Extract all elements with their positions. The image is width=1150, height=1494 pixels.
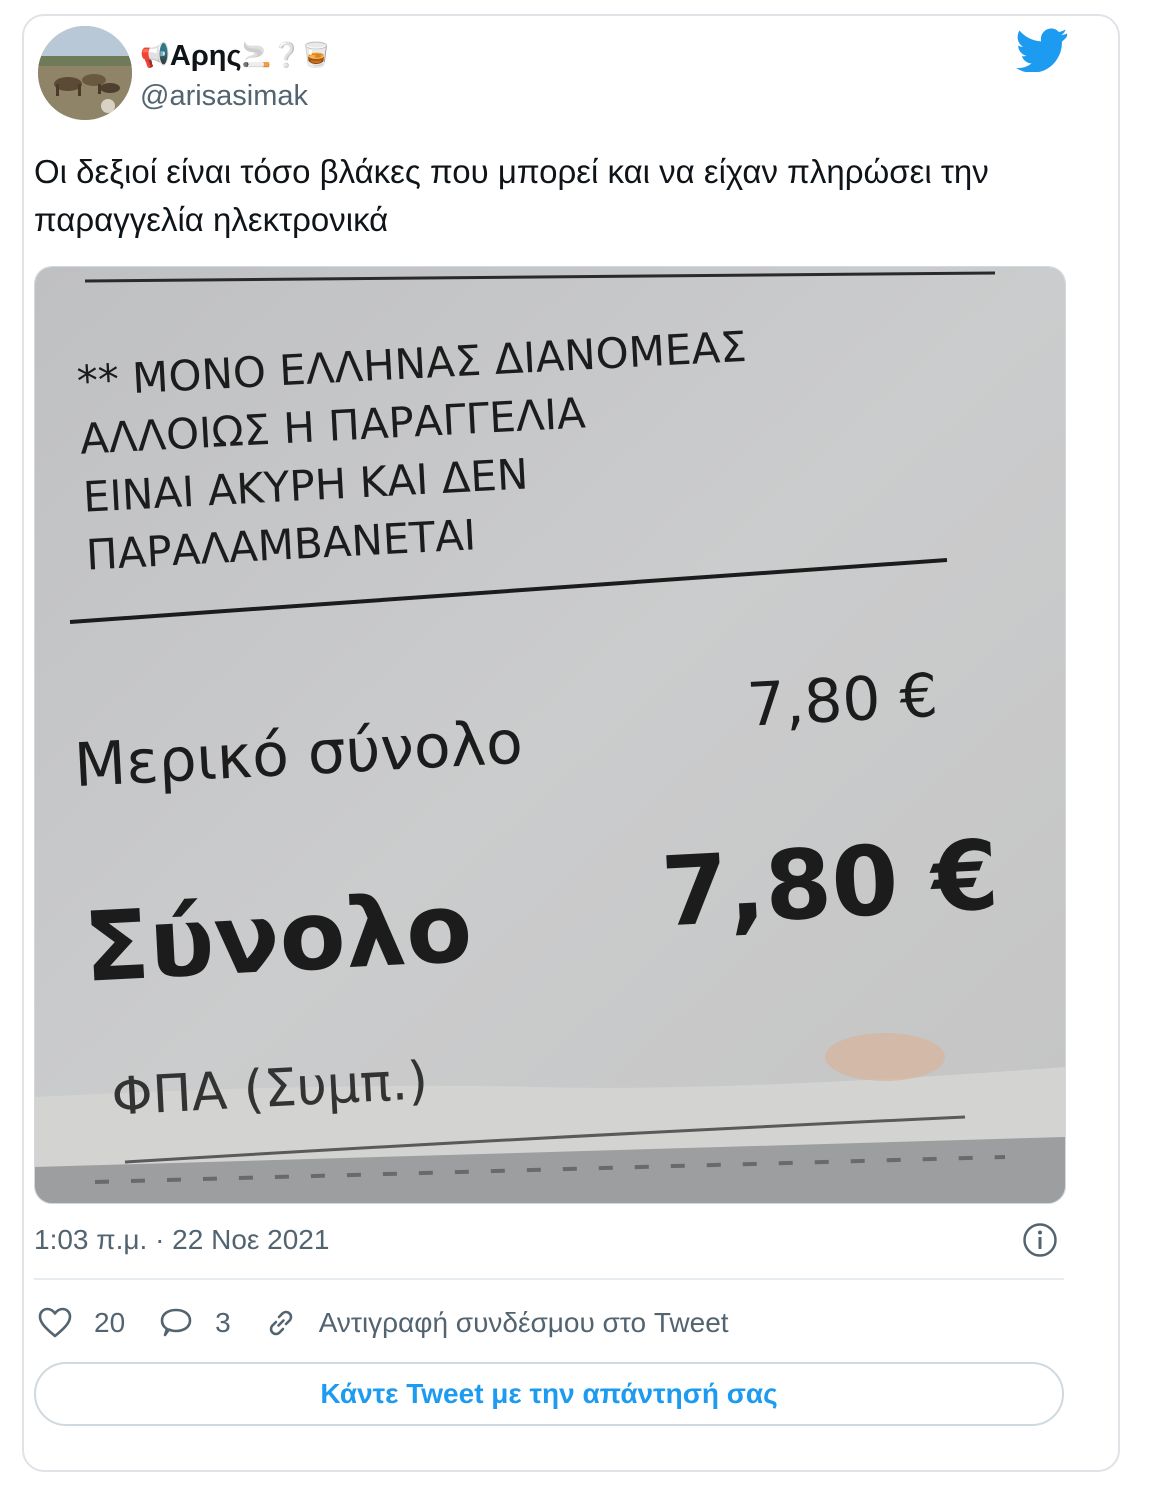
copy-link-label: Αντιγραφή συνδέσμου στο Tweet (318, 1307, 729, 1338)
heart-icon (38, 1307, 72, 1338)
reply-count: 3 (215, 1307, 231, 1338)
reply-action[interactable]: 3 (159, 1307, 231, 1339)
info-icon[interactable] (1022, 1222, 1058, 1258)
receipt-total-label: Σύνολο (81, 872, 475, 1004)
twitter-bird-icon[interactable] (1016, 28, 1068, 72)
divider (34, 1278, 1064, 1280)
author-handle[interactable]: @arisasimak (140, 78, 308, 114)
tweet-text: Οι δεξιοί είναι τόσο βλάκες που μπορεί κ… (34, 153, 989, 238)
tweet-reply-button[interactable]: Κάντε Tweet με την απάντησή σας (34, 1362, 1064, 1426)
display-name: Αρης (169, 40, 242, 72)
name-emoji-suffix: 🚬❔🥃 (241, 42, 332, 69)
like-button[interactable]: 20 (38, 1307, 125, 1339)
link-icon (269, 1310, 293, 1336)
tweet-photo[interactable]: ** ΜΟΝΟ ΕΛΛΗΝΑΣ ΔΙΑΝΟΜΕΑΣ ΑΛΛΟΙΩΣ Η ΠΑΡΑ… (34, 266, 1066, 1204)
tweet-timestamp[interactable]: 1:03 π.μ. · 22 Νοε 2021 (34, 1222, 329, 1258)
reply-icon (160, 1308, 192, 1337)
receipt-image: ** ΜΟΝΟ ΕΛΛΗΝΑΣ ΔΙΑΝΟΜΕΑΣ ΑΛΛΟΙΩΣ Η ΠΑΡΑ… (35, 267, 1065, 1203)
receipt-subtotal-value: 7,80 € (745, 661, 939, 741)
author-name[interactable]: 📢 Αρης 🚬❔🥃 (140, 38, 331, 74)
like-count: 20 (94, 1307, 126, 1338)
megaphone-emoji: 📢 (140, 42, 170, 69)
action-bar: 20 3 Αντιγραφή συνδέσμου στο Tweet (38, 1300, 763, 1346)
copy-link-button[interactable]: Αντιγραφή συνδέσμου στο Tweet (265, 1307, 729, 1339)
receipt-total-value: 7,80 € (659, 819, 1001, 948)
avatar[interactable] (38, 26, 132, 120)
